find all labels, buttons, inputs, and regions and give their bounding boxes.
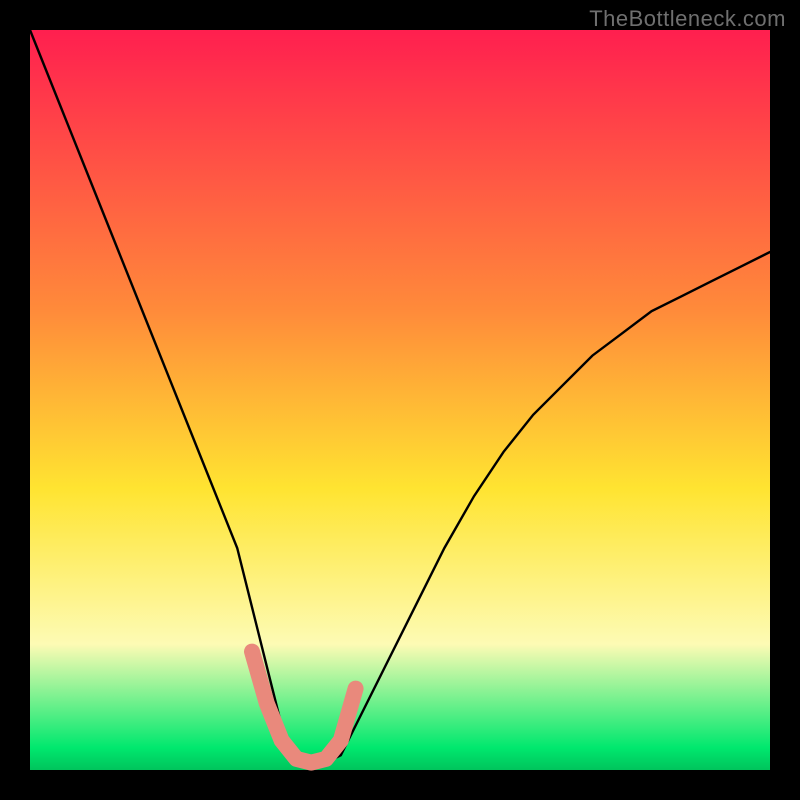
chart-container: { "watermark": "TheBottleneck.com", "col… xyxy=(0,0,800,800)
watermark-text: TheBottleneck.com xyxy=(589,6,786,32)
plot-gradient-area xyxy=(30,30,770,770)
bottleneck-plot xyxy=(0,0,800,800)
